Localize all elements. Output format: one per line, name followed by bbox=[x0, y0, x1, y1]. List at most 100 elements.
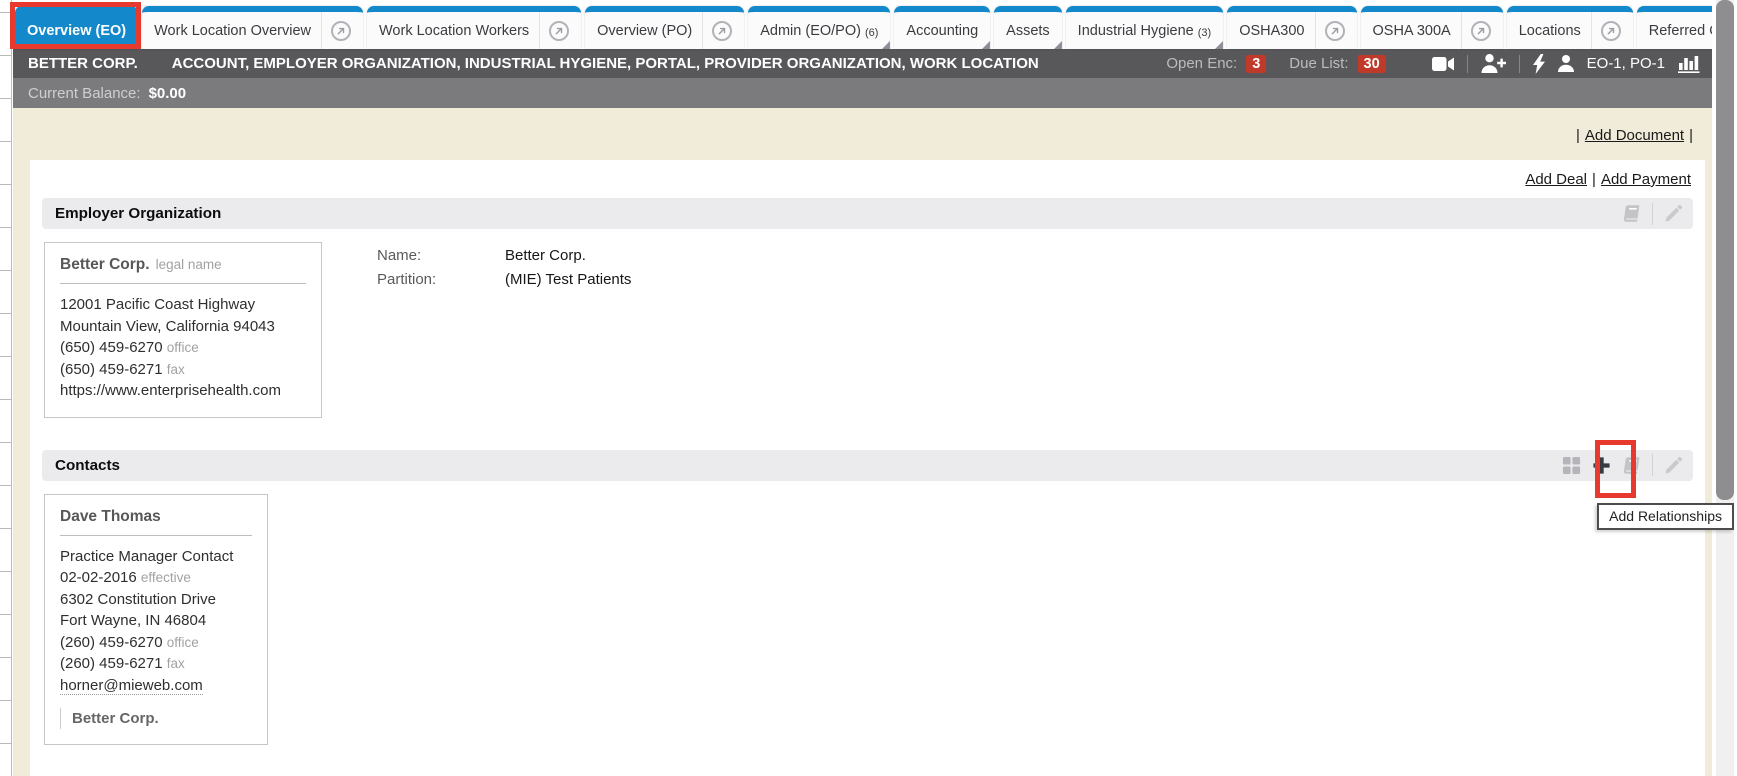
org-card-name: Better Corp. bbox=[60, 256, 150, 274]
open-enc-count-badge[interactable]: 3 bbox=[1246, 55, 1266, 73]
scrollbar-thumb[interactable] bbox=[1716, 0, 1734, 500]
contact-organization: Better Corp. bbox=[60, 708, 252, 729]
add-deal-link[interactable]: Add Deal bbox=[1525, 171, 1587, 188]
main-column: Overview (EO) Work Location Overview Wor… bbox=[13, 0, 1712, 776]
section-title: Contacts bbox=[55, 457, 120, 474]
add-person-icon[interactable] bbox=[1481, 54, 1506, 73]
tab-label: OSHA 300A bbox=[1373, 23, 1451, 39]
open-in-new-window-button[interactable] bbox=[539, 12, 569, 49]
tab-overview-eo[interactable]: Overview (EO) bbox=[15, 6, 138, 49]
org-name: BETTER CORP. bbox=[28, 55, 138, 72]
tab-locations[interactable]: Locations bbox=[1507, 6, 1633, 49]
add-relationships-plus-icon[interactable] bbox=[1592, 456, 1611, 475]
tab-label: Locations bbox=[1519, 23, 1581, 39]
org-website-link[interactable]: https://www.enterprisehealth.com bbox=[60, 380, 306, 402]
contact-phone: (260) 459-6270 bbox=[60, 634, 163, 651]
name-field-value: Better Corp. bbox=[505, 247, 586, 264]
left-ruler bbox=[0, 0, 12, 776]
name-field-label: Name: bbox=[377, 247, 505, 264]
tab-label: Overview (EO) bbox=[27, 23, 126, 39]
org-phone-qualifier: office bbox=[167, 340, 199, 355]
add-payment-link[interactable]: Add Payment bbox=[1601, 171, 1691, 188]
employer-organization-fields: Name: Better Corp. Partition: (MIE) Test… bbox=[377, 242, 631, 418]
employer-organization-section-header: Employer Organization bbox=[42, 198, 1693, 229]
open-in-new-window-button[interactable] bbox=[702, 12, 732, 49]
tab-label: Work Location Overview bbox=[154, 23, 311, 39]
balance-label: Current Balance: bbox=[28, 85, 141, 102]
separator: | bbox=[1576, 127, 1580, 144]
tab-osha300[interactable]: OSHA300 bbox=[1227, 6, 1356, 49]
edit-pencil-icon[interactable] bbox=[1664, 204, 1683, 223]
org-fax-qualifier: fax bbox=[167, 362, 185, 377]
section-icon-group bbox=[1622, 203, 1683, 225]
tab-work-location-overview[interactable]: Work Location Overview bbox=[142, 6, 363, 49]
encounter-status-group: Open Enc: 3 Due List: 30 bbox=[1166, 55, 1385, 73]
contacts-section-header: Contacts bbox=[42, 450, 1693, 481]
external-link-icon bbox=[1325, 21, 1345, 41]
org-card-name-qualifier: legal name bbox=[156, 257, 222, 272]
org-categories: ACCOUNT, EMPLOYER ORGANIZATION, INDUSTRI… bbox=[172, 55, 1039, 72]
deal-payment-row: Add Deal|Add Payment bbox=[42, 167, 1693, 198]
book-icon[interactable] bbox=[1621, 204, 1643, 223]
open-enc-label: Open Enc: bbox=[1166, 55, 1237, 72]
contact-role: Practice Manager Contact bbox=[60, 546, 252, 568]
open-in-new-window-button[interactable] bbox=[321, 12, 351, 49]
add-document-link[interactable]: Add Document bbox=[1585, 127, 1684, 144]
person-icon[interactable] bbox=[1558, 55, 1574, 72]
divider bbox=[60, 283, 306, 284]
org-address-line2: Mountain View, California 94043 bbox=[60, 316, 306, 338]
external-link-icon bbox=[331, 21, 351, 41]
tab-osha-300a[interactable]: OSHA 300A bbox=[1361, 6, 1503, 49]
open-in-new-window-button[interactable] bbox=[1315, 12, 1345, 49]
video-camera-icon[interactable] bbox=[1432, 56, 1454, 72]
tab-work-location-workers[interactable]: Work Location Workers bbox=[367, 6, 581, 49]
tab-count: (6) bbox=[865, 27, 878, 39]
tab-accounting[interactable]: Accounting bbox=[894, 6, 990, 49]
tab-bar: Overview (EO) Work Location Overview Wor… bbox=[13, 0, 1712, 49]
org-address-line1: 12001 Pacific Coast Highway bbox=[60, 294, 306, 316]
external-link-icon bbox=[1471, 21, 1491, 41]
tab-assets[interactable]: Assets bbox=[994, 6, 1062, 49]
employer-organization-content: Better Corp. legal name 12001 Pacific Co… bbox=[42, 229, 1693, 418]
header-icon-group: EO-1, PO-1 bbox=[1432, 54, 1700, 74]
tab-label: OSHA300 bbox=[1239, 23, 1304, 39]
app-window: Overview (EO) Work Location Overview Wor… bbox=[0, 0, 1737, 776]
contact-effective-qualifier: effective bbox=[141, 570, 191, 585]
external-link-icon bbox=[1601, 21, 1621, 41]
section-title: Employer Organization bbox=[55, 205, 221, 222]
org-header-bar: BETTER CORP. ACCOUNT, EMPLOYER ORGANIZAT… bbox=[13, 49, 1712, 78]
contact-fax-qualifier: fax bbox=[167, 656, 185, 671]
open-in-new-window-button[interactable] bbox=[1591, 12, 1621, 49]
tab-admin-eo-po[interactable]: Admin (EO/PO) (6) bbox=[748, 6, 890, 49]
content-area: |Add Document| Add Deal|Add Payment Empl… bbox=[13, 108, 1712, 776]
tab-overview-po[interactable]: Overview (PO) bbox=[585, 6, 744, 49]
divider bbox=[1467, 55, 1468, 73]
main-panel: Add Deal|Add Payment Employer Organizati… bbox=[30, 160, 1705, 776]
tab-label: Admin (EO/PO) bbox=[760, 23, 861, 39]
balance-value: $0.00 bbox=[149, 85, 187, 102]
scrollbar-track[interactable] bbox=[1716, 0, 1734, 776]
section-icon-group bbox=[1562, 454, 1683, 476]
due-list-label: Due List: bbox=[1289, 55, 1348, 72]
bar-chart-icon[interactable] bbox=[1678, 54, 1700, 73]
tab-industrial-hygiene[interactable]: Industrial Hygiene (3) bbox=[1066, 6, 1224, 49]
add-relationships-tooltip: Add Relationships bbox=[1597, 503, 1734, 530]
edit-pencil-icon[interactable] bbox=[1664, 456, 1683, 475]
balance-bar: Current Balance: $0.00 bbox=[13, 78, 1712, 108]
lightning-icon[interactable] bbox=[1533, 54, 1545, 74]
contact-address-line1: 6302 Constitution Drive bbox=[60, 589, 252, 611]
tab-label: Accounting bbox=[906, 23, 978, 39]
open-in-new-window-button[interactable] bbox=[1461, 12, 1491, 49]
grid-view-icon[interactable] bbox=[1562, 456, 1581, 475]
divider bbox=[60, 535, 252, 536]
divider bbox=[1652, 454, 1653, 476]
contact-email-link[interactable]: horner@mieweb.com bbox=[60, 677, 203, 695]
tab-label: Work Location Workers bbox=[379, 23, 529, 39]
org-phone: (650) 459-6270 bbox=[60, 339, 163, 356]
contact-card: Dave Thomas Practice Manager Contact 02-… bbox=[44, 494, 268, 746]
due-list-count-badge[interactable]: 30 bbox=[1358, 55, 1386, 73]
tab-label: Industrial Hygiene bbox=[1078, 23, 1194, 39]
scrollbar-rail bbox=[1712, 0, 1737, 776]
book-icon[interactable] bbox=[1621, 456, 1643, 475]
contact-name: Dave Thomas bbox=[60, 508, 161, 526]
